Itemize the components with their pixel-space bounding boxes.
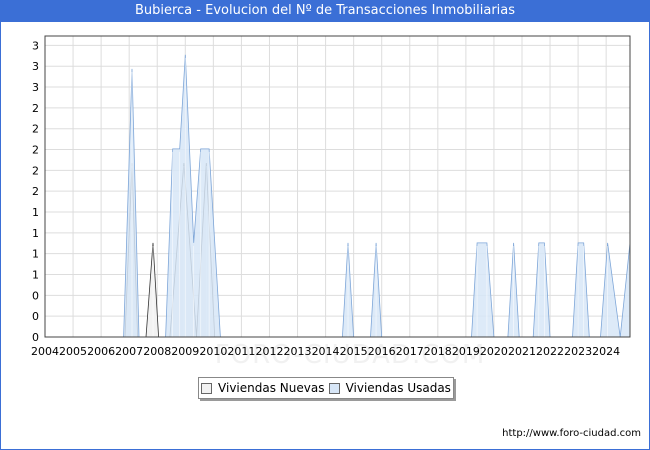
y-tick-label: 0 <box>32 331 39 344</box>
x-tick-label: 2013 <box>284 345 312 358</box>
x-tick-label: 2016 <box>368 345 396 358</box>
y-tick-label: 0 <box>32 289 39 302</box>
x-tick-label: 2004 <box>31 345 59 358</box>
x-tick-label: 2021 <box>508 345 536 358</box>
y-tick-label: 2 <box>32 185 39 198</box>
legend-label-usadas: Viviendas Usadas <box>345 381 451 395</box>
x-tick-label: 2020 <box>480 345 508 358</box>
y-tick-label: 2 <box>32 123 39 136</box>
y-tick-label: 1 <box>32 206 39 219</box>
y-tick-label: 2 <box>32 164 39 177</box>
y-tick-label: 3 <box>32 39 39 52</box>
x-tick-label: 2017 <box>396 345 424 358</box>
y-tick-label: 3 <box>32 60 39 73</box>
y-tick-label: 1 <box>32 248 39 261</box>
y-tick-label: 0 <box>32 310 39 323</box>
y-tick-label: 1 <box>32 269 39 282</box>
x-tick-label: 2008 <box>143 345 171 358</box>
x-tick-label: 2011 <box>227 345 255 358</box>
y-tick-label: 1 <box>32 227 39 240</box>
legend-swatch-usadas <box>328 382 340 394</box>
x-tick-label: 2022 <box>536 345 564 358</box>
x-tick-label: 2007 <box>115 345 143 358</box>
legend-item-viviendas-nuevas: Viviendas Nuevas <box>201 381 324 395</box>
x-tick-label: 2019 <box>452 345 480 358</box>
x-tick-label: 2014 <box>312 345 340 358</box>
y-tick-label: 3 <box>32 81 39 94</box>
x-tick-label: 2024 <box>592 345 620 358</box>
x-tick-label: 2023 <box>564 345 592 358</box>
legend-item-viviendas-usadas: Viviendas Usadas <box>328 381 451 395</box>
x-tick-label: 2015 <box>340 345 368 358</box>
source-url: http://www.foro-ciudad.com <box>502 428 641 439</box>
x-tick-label: 2005 <box>59 345 87 358</box>
x-tick-label: 2006 <box>87 345 115 358</box>
y-tick-label: 2 <box>32 102 39 115</box>
x-tick-label: 2010 <box>199 345 227 358</box>
x-tick-label: 2012 <box>255 345 283 358</box>
legend: Viviendas Nuevas Viviendas Usadas <box>198 377 454 399</box>
legend-swatch-nuevas <box>201 382 213 394</box>
legend-label-nuevas: Viviendas Nuevas <box>218 381 325 395</box>
x-tick-label: 2018 <box>424 345 452 358</box>
y-tick-label: 2 <box>32 144 39 157</box>
x-tick-label: 2009 <box>171 345 199 358</box>
